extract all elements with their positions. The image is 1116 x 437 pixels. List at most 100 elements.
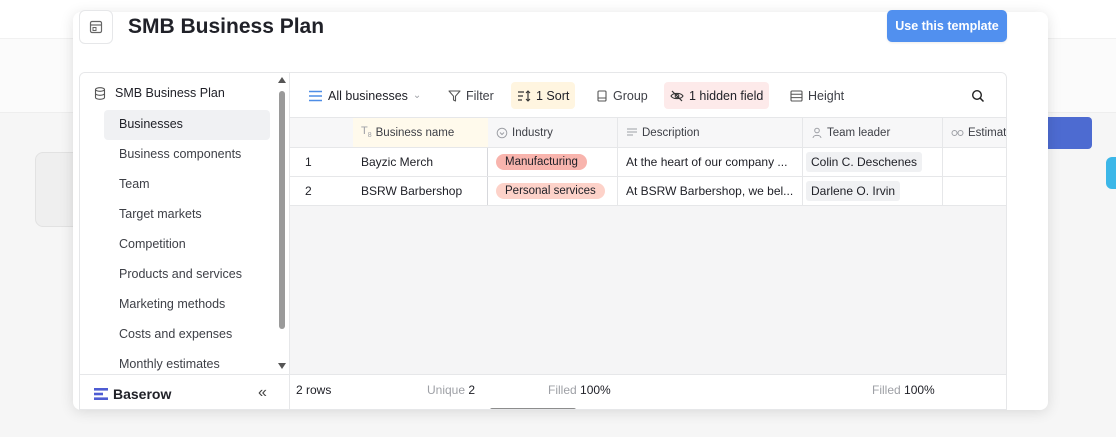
hidden-fields-label: 1 hidden field — [689, 88, 764, 103]
single-select-icon — [496, 127, 508, 138]
sort-button[interactable]: 1 Sort — [511, 82, 576, 109]
aggregation-label: Filled — [872, 383, 901, 397]
column-header-team-leader[interactable]: Team leader — [803, 118, 943, 148]
group-icon — [597, 89, 607, 102]
aggregation-unique[interactable]: Unique 2 — [427, 383, 475, 397]
column-name: Estimat — [968, 126, 1007, 139]
row-id: 1 — [290, 148, 353, 177]
column-name: Business name — [375, 126, 455, 139]
cell-business-name[interactable]: BSRW Barbershop — [353, 177, 488, 206]
cell-team-leader[interactable]: Colin C. Deschenes — [803, 148, 943, 177]
sidebar-footer: Baserow « — [80, 374, 289, 409]
cell-description[interactable]: At BSRW Barbershop, we bel... — [618, 177, 803, 206]
cell-description[interactable]: At the heart of our company ... — [618, 148, 803, 177]
database-icon — [94, 86, 106, 100]
industry-badge: Personal services — [496, 183, 605, 199]
sidebar-scrollbar[interactable] — [277, 77, 287, 369]
cell-business-name[interactable]: Bayzic Merch — [353, 148, 488, 177]
search-icon — [971, 89, 985, 102]
search-button[interactable] — [965, 82, 991, 109]
aggregation-filled-team-leader[interactable]: Filled 100% — [872, 383, 935, 397]
aggregation-value: 100% — [580, 383, 611, 397]
sort-icon — [518, 89, 531, 102]
grid-right-section: Industry Description Team leader Estimat… — [488, 118, 1007, 374]
cell-team-leader[interactable]: Darlene O. Irvin — [803, 177, 943, 206]
column-header-estimat[interactable]: Estimat — [943, 118, 1007, 148]
chevron-down-icon: ⌄ — [412, 90, 422, 101]
logo-text: Baserow — [113, 386, 172, 402]
row-height-label: Height — [808, 88, 845, 103]
use-template-button[interactable]: Use this template — [887, 10, 1007, 42]
template-preview-modal: SMB Business Plan Use this template SMB … — [73, 10, 1048, 410]
sidebar-item-competition[interactable]: Competition — [104, 230, 270, 260]
row-id-header — [290, 118, 353, 148]
scroll-down-arrow-icon[interactable] — [278, 363, 286, 369]
template-icon — [79, 10, 113, 44]
group-button[interactable]: Group — [590, 82, 654, 109]
sidebar-table-list: Businesses Business components Team Targ… — [104, 110, 270, 380]
sidebar-item-business-components[interactable]: Business components — [104, 140, 270, 170]
team-leader-chip: Darlene O. Irvin — [806, 181, 901, 201]
baserow-logo-icon — [94, 388, 108, 400]
sidebar-database[interactable]: SMB Business Plan — [94, 86, 225, 100]
row-height-button[interactable]: Height — [784, 82, 850, 109]
column-name: Description — [642, 126, 700, 139]
eye-off-icon — [670, 90, 684, 101]
long-text-icon — [627, 128, 637, 136]
grid-footer: 2 rows Unique 2 Filled 100% Filled 100% — [290, 374, 1006, 409]
sidebar-database-name: SMB Business Plan — [115, 86, 225, 100]
column-header-industry[interactable]: Industry — [488, 118, 618, 148]
horizontal-scroll-thumb[interactable] — [490, 408, 576, 409]
view-name: All businesses — [328, 88, 408, 103]
text-field-icon: T8 — [361, 125, 372, 140]
sort-label: 1 Sort — [536, 88, 570, 103]
aggregation-filled-industry[interactable]: Filled 100% — [548, 383, 611, 397]
grid-view-icon — [309, 90, 322, 101]
filter-icon — [448, 89, 461, 102]
column-header-business-name[interactable]: T8 Business name — [353, 118, 488, 148]
baserow-logo[interactable]: Baserow — [94, 386, 171, 402]
sidebar-item-costs-and-expenses[interactable]: Costs and expenses — [104, 320, 270, 350]
row-height-icon — [790, 89, 803, 102]
team-leader-chip: Colin C. Deschenes — [806, 152, 923, 172]
grid-left-section: T8 Business name 1 Bayzic Merch 2 BSRW B… — [290, 118, 488, 374]
sidebar-item-marketing-methods[interactable]: Marketing methods — [104, 290, 270, 320]
hidden-fields-button[interactable]: 1 hidden field — [664, 82, 770, 109]
view-toolbar: All businesses ⌄ Filter 1 Sort Group 1 h… — [290, 73, 1006, 118]
cell-estimat[interactable] — [943, 177, 1006, 206]
cell-industry[interactable]: Manufacturing — [488, 148, 618, 177]
sidebar: SMB Business Plan Businesses Business co… — [80, 73, 290, 409]
industry-badge: Manufacturing — [496, 154, 587, 170]
grid-empty-area — [290, 206, 488, 374]
column-header-description[interactable]: Description — [618, 118, 803, 148]
row-id: 2 — [290, 177, 353, 206]
layout-icon — [89, 20, 103, 34]
template-preview-app: SMB Business Plan Businesses Business co… — [79, 72, 1007, 410]
group-label: Group — [613, 88, 648, 103]
views-dropdown[interactable]: All businesses ⌄ — [302, 82, 427, 109]
aggregation-label: Filled — [548, 383, 577, 397]
grid-view: T8 Business name 1 Bayzic Merch 2 BSRW B… — [290, 118, 1007, 374]
modal-title: SMB Business Plan — [128, 15, 325, 38]
sidebar-item-products-and-services[interactable]: Products and services — [104, 260, 270, 290]
column-name: Team leader — [827, 126, 891, 139]
lookup-icon — [951, 130, 964, 136]
sidebar-item-team[interactable]: Team — [104, 170, 270, 200]
link-row-icon — [812, 127, 822, 138]
cell-industry[interactable]: Personal services — [488, 177, 618, 206]
cell-estimat[interactable] — [943, 148, 1006, 177]
aggregation-value: 2 — [468, 383, 476, 397]
aggregation-value: 100% — [904, 383, 935, 397]
collapse-sidebar-icon[interactable]: « — [258, 384, 267, 402]
scroll-up-arrow-icon[interactable] — [278, 77, 286, 83]
grid-empty-area — [488, 206, 1006, 374]
background-widget — [1106, 157, 1116, 189]
column-name: Industry — [512, 126, 553, 139]
sidebar-item-target-markets[interactable]: Target markets — [104, 200, 270, 230]
row-count: 2 rows — [296, 383, 332, 397]
filter-label: Filter — [466, 88, 494, 103]
filter-button[interactable]: Filter — [442, 82, 500, 109]
aggregation-label: Unique — [427, 383, 466, 397]
sidebar-item-businesses[interactable]: Businesses — [104, 110, 270, 140]
sidebar-scroll-thumb[interactable] — [279, 91, 285, 329]
